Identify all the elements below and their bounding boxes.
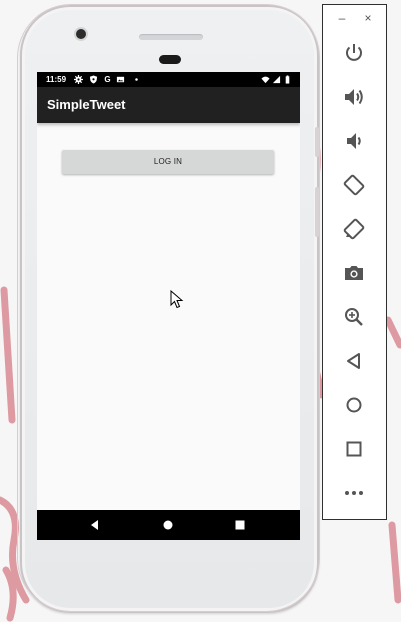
phone-screen: 11:59 G SimpleTweet LOG IN xyxy=(37,72,300,540)
minimize-button[interactable]: – xyxy=(335,11,349,25)
google-g-icon: G xyxy=(104,75,111,84)
dot-icon xyxy=(132,75,141,84)
camera-icon[interactable] xyxy=(342,261,366,285)
phone-side-button-bottom xyxy=(315,187,319,237)
more-icon[interactable] xyxy=(342,481,366,505)
nav-back-icon[interactable] xyxy=(88,518,102,532)
login-button[interactable]: LOG IN xyxy=(62,150,274,174)
power-icon[interactable] xyxy=(342,41,366,65)
front-camera xyxy=(76,29,86,39)
settings-gear-icon xyxy=(74,75,83,84)
mouse-cursor-icon xyxy=(170,290,184,309)
nav-recents-icon[interactable] xyxy=(233,518,247,532)
volume-up-icon[interactable] xyxy=(342,85,366,109)
toolbar-window-controls: – × xyxy=(323,5,386,31)
phone-side-button-top xyxy=(315,127,319,157)
wifi-icon xyxy=(261,75,270,84)
app-title: SimpleTweet xyxy=(47,97,126,112)
overview-icon[interactable] xyxy=(342,437,366,461)
navigation-bar xyxy=(37,510,300,540)
app-bar: SimpleTweet xyxy=(37,87,300,123)
rotate-right-icon[interactable] xyxy=(342,217,366,241)
back-icon[interactable] xyxy=(342,349,366,373)
status-bar: 11:59 G xyxy=(37,72,300,87)
image-icon xyxy=(116,75,125,84)
home-icon[interactable] xyxy=(342,393,366,417)
rotate-left-icon[interactable] xyxy=(342,173,366,197)
close-button[interactable]: × xyxy=(361,11,375,25)
shield-icon xyxy=(89,75,98,84)
zoom-icon[interactable] xyxy=(342,305,366,329)
earpiece-speaker xyxy=(139,34,203,40)
proximity-sensor xyxy=(159,55,181,64)
status-time: 11:59 xyxy=(46,75,67,84)
battery-icon xyxy=(283,75,292,84)
volume-down-icon[interactable] xyxy=(342,129,366,153)
emulator-toolbar: – × xyxy=(322,4,387,520)
signal-icon xyxy=(272,75,281,84)
nav-home-icon[interactable] xyxy=(161,518,175,532)
